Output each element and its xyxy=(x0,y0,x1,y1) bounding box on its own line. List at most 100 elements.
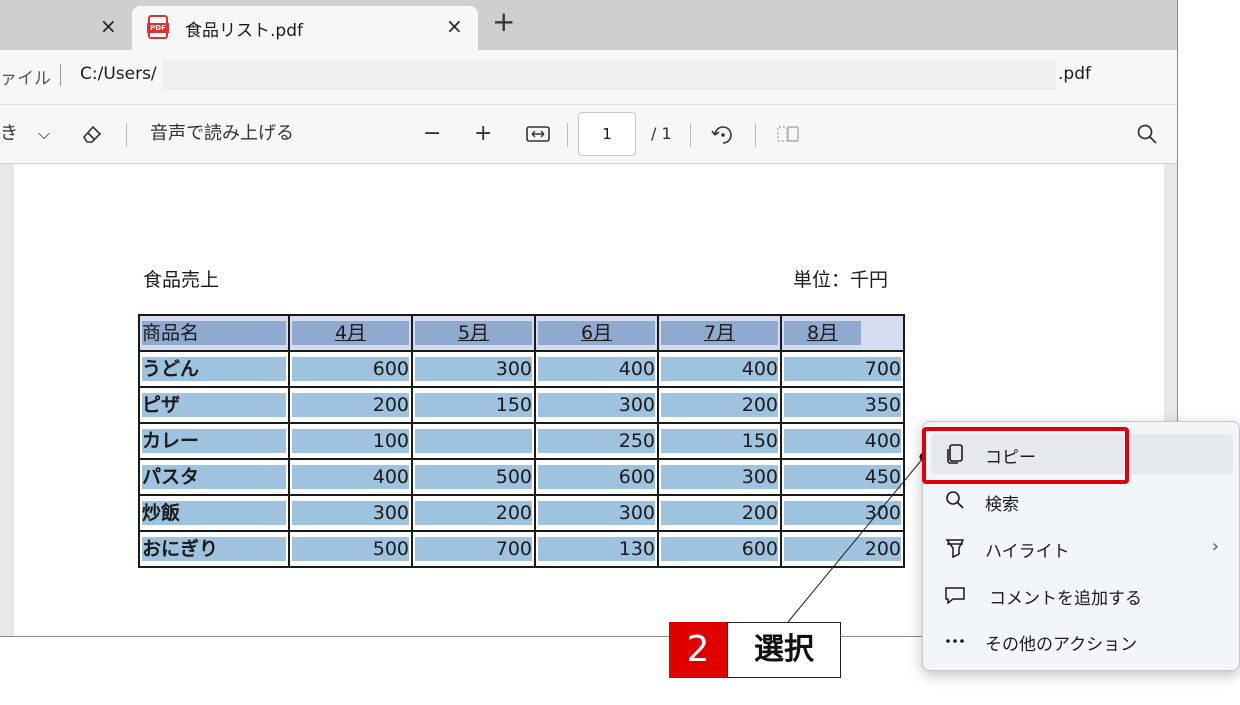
read-aloud-button[interactable]: 音声で読み上げる xyxy=(150,122,294,146)
header-label: 5月 xyxy=(415,321,532,345)
sales-value: 100 xyxy=(292,429,409,453)
menu-item-add-comment[interactable]: コメントを追加する xyxy=(931,575,1233,615)
sales-value-cell: 600 xyxy=(288,350,413,388)
sales-value-cell: 200 xyxy=(288,386,413,424)
submenu-arrow-icon: › xyxy=(1211,536,1219,557)
sales-value-cell: 300 xyxy=(411,350,536,388)
document-title: 食品売上 xyxy=(143,269,220,291)
fit-width-icon[interactable] xyxy=(525,122,551,153)
sales-value-cell: 130 xyxy=(534,530,659,568)
table-row: パスタ 400 500 600 300 450 xyxy=(138,458,905,496)
chevron-down-icon[interactable]: ⌵ xyxy=(38,122,50,146)
tab-close-icon[interactable]: × xyxy=(446,14,463,38)
header-label: 8月 xyxy=(784,321,861,345)
sales-value-cell: 300 xyxy=(657,458,782,496)
zoom-out-button[interactable]: − xyxy=(423,122,441,146)
table-header-cell: 8月 xyxy=(780,314,905,352)
new-tab-button[interactable]: + xyxy=(492,6,515,38)
sales-value-cell: 250 xyxy=(534,422,659,460)
sales-value-cell: 300 xyxy=(534,494,659,532)
table-body: うどん 600 300 400 400 700 ピザ 200 150 300 200 350 カレー 10… xyxy=(138,350,905,568)
sales-value-cell: 150 xyxy=(657,422,782,460)
product-name: おにぎり xyxy=(142,537,286,561)
address-divider xyxy=(60,64,61,86)
sales-value-cell: 150 xyxy=(411,386,536,424)
menu-item-search[interactable]: 検索 xyxy=(931,481,1233,521)
sales-value: 600 xyxy=(538,465,655,489)
header-label: 7月 xyxy=(661,321,778,345)
table-row: ピザ 200 150 300 200 350 xyxy=(138,386,905,424)
sales-value-cell: 300 xyxy=(288,494,413,532)
sales-value: 350 xyxy=(784,393,901,417)
table-header-cell: 7月 xyxy=(657,314,782,352)
sales-value: 300 xyxy=(784,501,901,525)
address-scheme-label: ァイル xyxy=(0,69,51,89)
sales-value-cell xyxy=(411,422,536,460)
sales-value: 300 xyxy=(661,465,778,489)
tab-previous-close-icon[interactable]: × xyxy=(100,14,117,38)
sales-value: 200 xyxy=(292,393,409,417)
food-sales-table[interactable]: 商品名 4月 5月 6月 7月 8月 うどん 600 300 400 400 700 ピザ 2… xyxy=(138,314,905,568)
copy-highlight-frame xyxy=(922,427,1129,484)
address-bar[interactable]: ァイル C:/Users/ .pdf xyxy=(0,50,1177,102)
sales-value-cell: 600 xyxy=(657,530,782,568)
sales-value: 400 xyxy=(661,357,778,381)
sales-value: 400 xyxy=(292,465,409,489)
sales-value: 130 xyxy=(538,537,655,561)
search-icon[interactable] xyxy=(1135,122,1159,153)
sales-value xyxy=(415,429,532,453)
product-name-cell: うどん xyxy=(138,350,290,388)
step-label-badge: 選択 xyxy=(727,622,841,678)
menu-item-highlight[interactable]: ハイライト › xyxy=(931,528,1233,568)
sales-value: 450 xyxy=(784,465,901,489)
sales-value-cell: 600 xyxy=(534,458,659,496)
table-row: うどん 600 300 400 400 700 xyxy=(138,350,905,388)
sales-value-cell: 400 xyxy=(534,350,659,388)
table-row: カレー 100 250 150 400 xyxy=(138,422,905,460)
product-name-cell: おにぎり xyxy=(138,530,290,568)
sales-value: 300 xyxy=(538,501,655,525)
table-header-cell: 商品名 xyxy=(138,314,290,352)
sales-value: 600 xyxy=(661,537,778,561)
pdf-file-icon: PDF xyxy=(147,15,169,39)
menu-item-more-actions[interactable]: その他のアクション xyxy=(931,621,1233,661)
sales-value: 400 xyxy=(538,357,655,381)
tab-strip: × PDF 食品リスト.pdf × + xyxy=(0,0,1177,50)
address-url-prefix: C:/Users/ xyxy=(80,64,157,84)
product-name: パスタ xyxy=(142,465,286,489)
table-header-cell: 6月 xyxy=(534,314,659,352)
sales-value-cell: 500 xyxy=(288,530,413,568)
document-unit: 単位：千円 xyxy=(793,269,889,291)
more-icon xyxy=(943,629,967,653)
zoom-in-button[interactable]: + xyxy=(474,122,492,146)
product-name-cell: パスタ xyxy=(138,458,290,496)
sales-value: 400 xyxy=(784,429,901,453)
search-icon xyxy=(943,489,967,513)
table-row: おにぎり 500 700 130 600 200 xyxy=(138,530,905,568)
draw-tool-label[interactable]: き xyxy=(0,122,18,146)
table-header-row: 商品名 4月 5月 6月 7月 8月 xyxy=(138,314,905,352)
sales-value: 700 xyxy=(415,537,532,561)
sales-value: 150 xyxy=(415,393,532,417)
pdf-toolbar: き ⌵ 音声で読み上げる − + 1 / 1 xyxy=(0,104,1177,164)
tab-title: 食品リスト.pdf xyxy=(185,21,303,41)
comment-icon xyxy=(943,583,967,607)
tab-previous[interactable]: × xyxy=(0,0,128,50)
product-name-cell: 炒飯 xyxy=(138,494,290,532)
rotate-icon[interactable] xyxy=(710,122,736,155)
two-page-view-icon[interactable] xyxy=(775,122,801,153)
tab-active[interactable]: PDF 食品リスト.pdf × xyxy=(132,6,478,50)
eraser-icon[interactable] xyxy=(80,122,104,153)
sales-value: 150 xyxy=(661,429,778,453)
page-number-input[interactable]: 1 xyxy=(578,112,636,156)
product-name: うどん xyxy=(142,357,286,381)
sales-value: 300 xyxy=(292,501,409,525)
toolbar-divider xyxy=(690,123,691,147)
menu-item-label: コメントを追加する xyxy=(989,589,1142,609)
sales-value-cell: 700 xyxy=(780,350,905,388)
sales-value: 500 xyxy=(292,537,409,561)
sales-value-cell: 300 xyxy=(534,386,659,424)
sales-value-cell: 300 xyxy=(780,494,905,532)
step-number-badge: 2 xyxy=(669,622,727,678)
menu-item-label: 検索 xyxy=(985,495,1019,515)
